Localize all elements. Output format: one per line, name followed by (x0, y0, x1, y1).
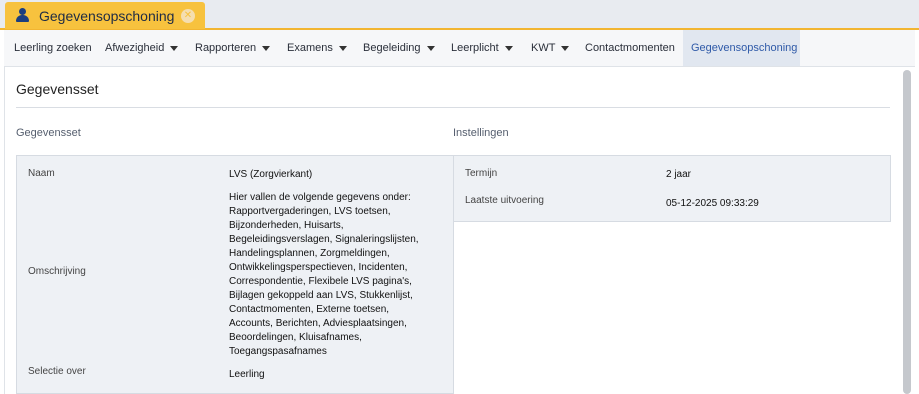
chevron-down-icon (262, 45, 271, 51)
term-value: 2 jaar (666, 169, 692, 180)
menu-kwt[interactable]: KWT (531, 30, 570, 66)
dataset-heading: Gegevensset (16, 127, 81, 139)
menu-gegevensopschoning[interactable]: Gegevensopschoning (683, 30, 800, 66)
last-run-label: Laatste uitvoering (465, 195, 544, 206)
vertical-scrollbar[interactable] (903, 70, 911, 394)
menu-contactmomenten[interactable]: Contactmomenten (585, 30, 675, 66)
menu-leerling-zoeken[interactable]: Leerling zoeken (14, 30, 92, 66)
dataset-panel: Naam LVS (Zorgvierkant) Omschrijving Hie… (16, 155, 454, 394)
chevron-down-icon (504, 45, 513, 51)
menu-begeleiding[interactable]: Begeleiding (363, 30, 435, 66)
description-label: Omschrijving (28, 266, 86, 277)
menu-rapporteren[interactable]: Rapporteren (195, 30, 271, 66)
description-value: Hier vallen de volgende gegevens onder: … (229, 192, 419, 357)
close-icon[interactable]: ✕ (181, 9, 195, 23)
name-label: Naam (28, 168, 55, 179)
tab-title: Gegevensopschoning (39, 8, 175, 24)
name-value: LVS (Zorgvierkant) (229, 169, 313, 180)
settings-panel: Termijn 2 jaar Laatste uitvoering 05-12-… (453, 155, 891, 222)
settings-heading: Instellingen (453, 127, 509, 139)
term-label: Termijn (465, 168, 498, 179)
selection-value: Leerling (229, 369, 265, 380)
chevron-down-icon (426, 45, 435, 51)
menu-leerplicht[interactable]: Leerplicht (451, 30, 513, 66)
tab-gegevensopschoning[interactable]: Gegevensopschoning ✕ (5, 2, 205, 29)
chevron-down-icon (561, 45, 570, 51)
last-run-value: 05-12-2025 09:33:29 (666, 198, 759, 209)
selection-label: Selectie over (28, 366, 86, 377)
page-title: Gegevensset (16, 81, 99, 97)
menu-examens[interactable]: Examens (287, 30, 347, 66)
divider (16, 107, 890, 108)
menu-afwezigheid[interactable]: Afwezigheid (105, 30, 179, 66)
main-content: Gegevensset Gegevensset Instellingen Naa… (4, 67, 915, 394)
main-menu: Leerling zoeken Afwezigheid Rapporteren … (4, 30, 915, 67)
chevron-down-icon (338, 45, 347, 51)
user-icon (16, 8, 29, 22)
chevron-down-icon (170, 45, 179, 51)
